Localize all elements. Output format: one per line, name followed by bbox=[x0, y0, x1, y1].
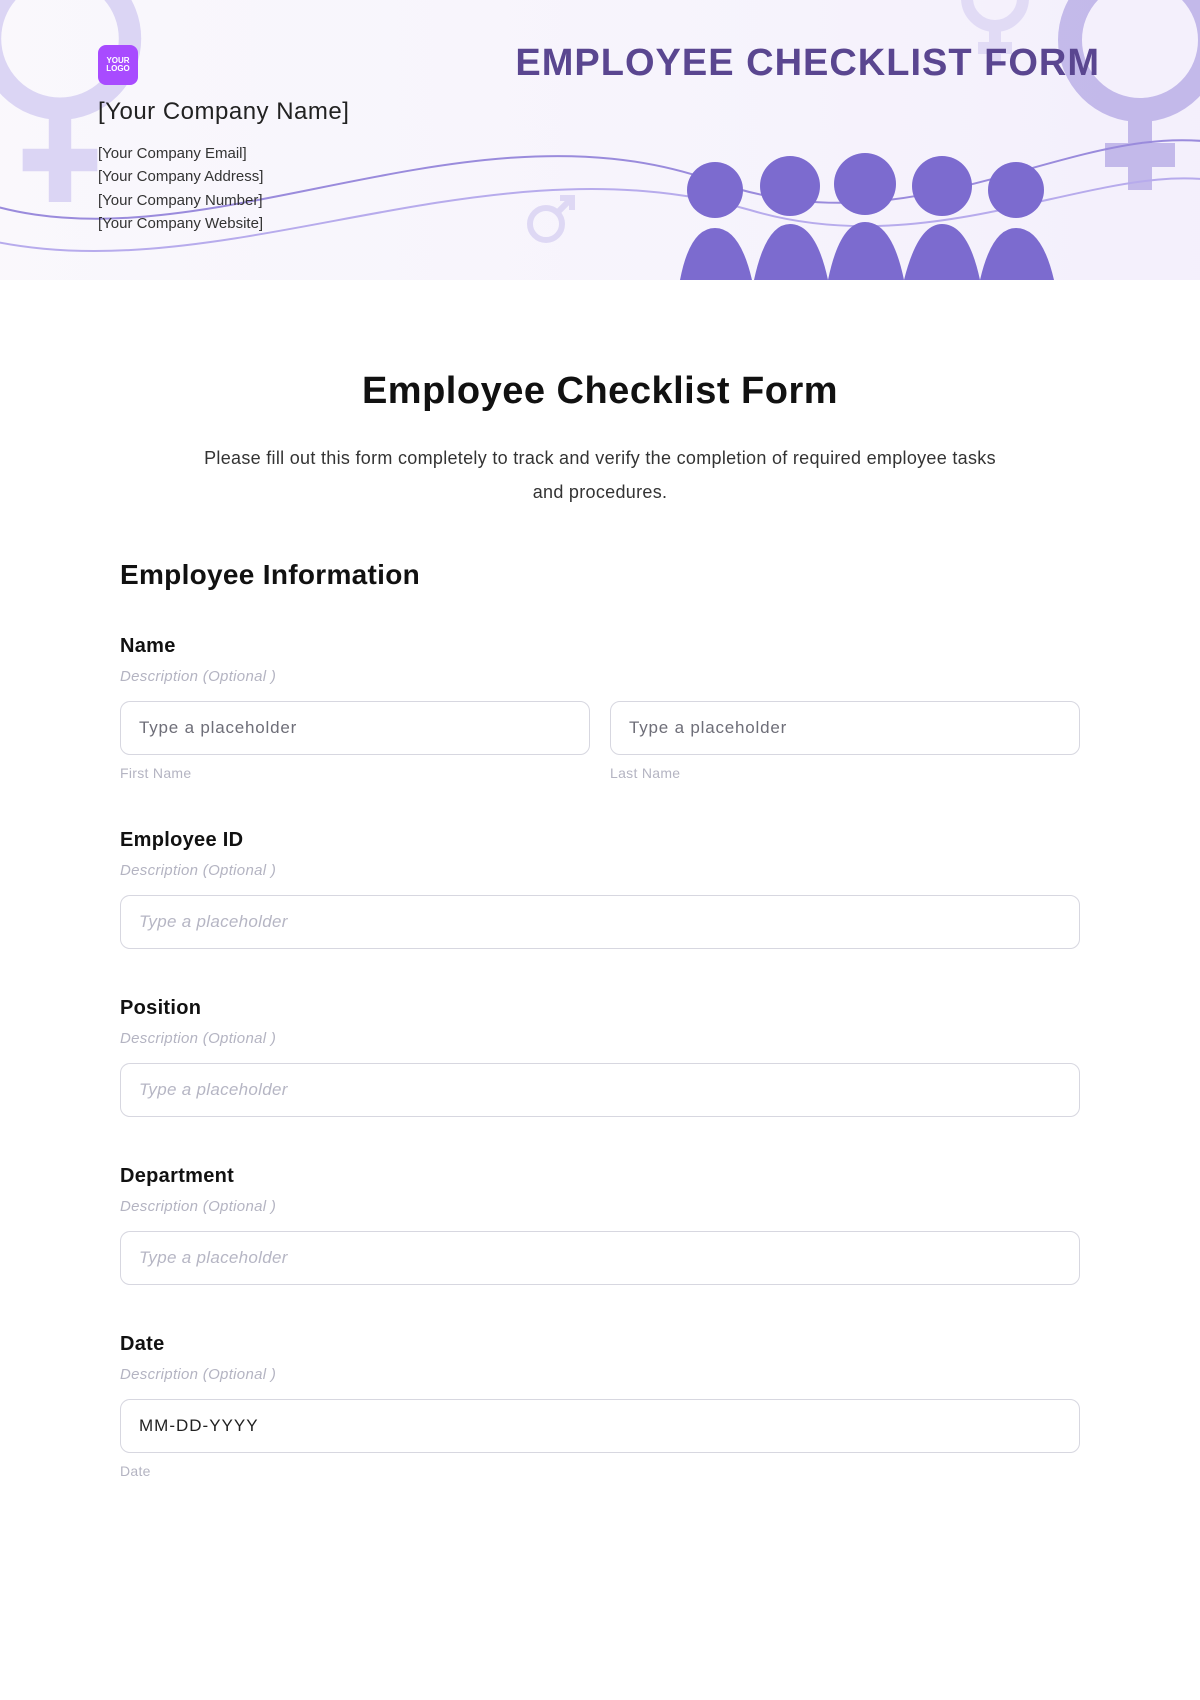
first-name-input[interactable] bbox=[120, 701, 590, 755]
company-website: [Your Company Website] bbox=[98, 212, 349, 235]
banner-title: EMPLOYEE CHECKLIST FORM bbox=[515, 42, 1100, 85]
desc-date: Description (Optional ) bbox=[120, 1366, 1080, 1383]
form-title: Employee Checklist Form bbox=[120, 370, 1080, 413]
label-date: Date bbox=[120, 1333, 1080, 1356]
field-position: Position Description (Optional ) bbox=[120, 997, 1080, 1117]
field-department: Department Description (Optional ) bbox=[120, 1165, 1080, 1285]
desc-position: Description (Optional ) bbox=[120, 1030, 1080, 1047]
label-position: Position bbox=[120, 997, 1080, 1020]
form-intro: Please fill out this form completely to … bbox=[190, 441, 1010, 509]
company-number: [Your Company Number] bbox=[98, 189, 349, 212]
company-address: [Your Company Address] bbox=[98, 165, 349, 188]
company-logo: YOUR LOGO bbox=[98, 45, 138, 85]
company-info: [Your Company Name] [Your Company Email]… bbox=[98, 98, 349, 235]
field-employee-id: Employee ID Description (Optional ) bbox=[120, 829, 1080, 949]
company-email: [Your Company Email] bbox=[98, 142, 349, 165]
employee-id-input[interactable] bbox=[120, 895, 1080, 949]
section-employee-information: Employee Information bbox=[120, 559, 1080, 591]
sublabel-last-name: Last Name bbox=[610, 765, 1080, 781]
header-banner: YOUR LOGO [Your Company Name] [Your Comp… bbox=[0, 0, 1200, 280]
date-input[interactable] bbox=[120, 1399, 1080, 1453]
label-department: Department bbox=[120, 1165, 1080, 1188]
sublabel-date: Date bbox=[120, 1463, 1080, 1479]
department-input[interactable] bbox=[120, 1231, 1080, 1285]
company-name: [Your Company Name] bbox=[98, 98, 349, 126]
desc-department: Description (Optional ) bbox=[120, 1198, 1080, 1215]
mars-symbol-icon bbox=[520, 190, 580, 250]
label-employee-id: Employee ID bbox=[120, 829, 1080, 852]
last-name-input[interactable] bbox=[610, 701, 1080, 755]
people-silhouette-icon bbox=[660, 150, 1070, 280]
position-input[interactable] bbox=[120, 1063, 1080, 1117]
field-date: Date Description (Optional ) Date bbox=[120, 1333, 1080, 1479]
field-name: Name Description (Optional ) First Name … bbox=[120, 635, 1080, 781]
sublabel-first-name: First Name bbox=[120, 765, 590, 781]
label-name: Name bbox=[120, 635, 1080, 658]
desc-employee-id: Description (Optional ) bbox=[120, 862, 1080, 879]
form: Employee Checklist Form Please fill out … bbox=[0, 280, 1200, 1479]
desc-name: Description (Optional ) bbox=[120, 668, 1080, 685]
